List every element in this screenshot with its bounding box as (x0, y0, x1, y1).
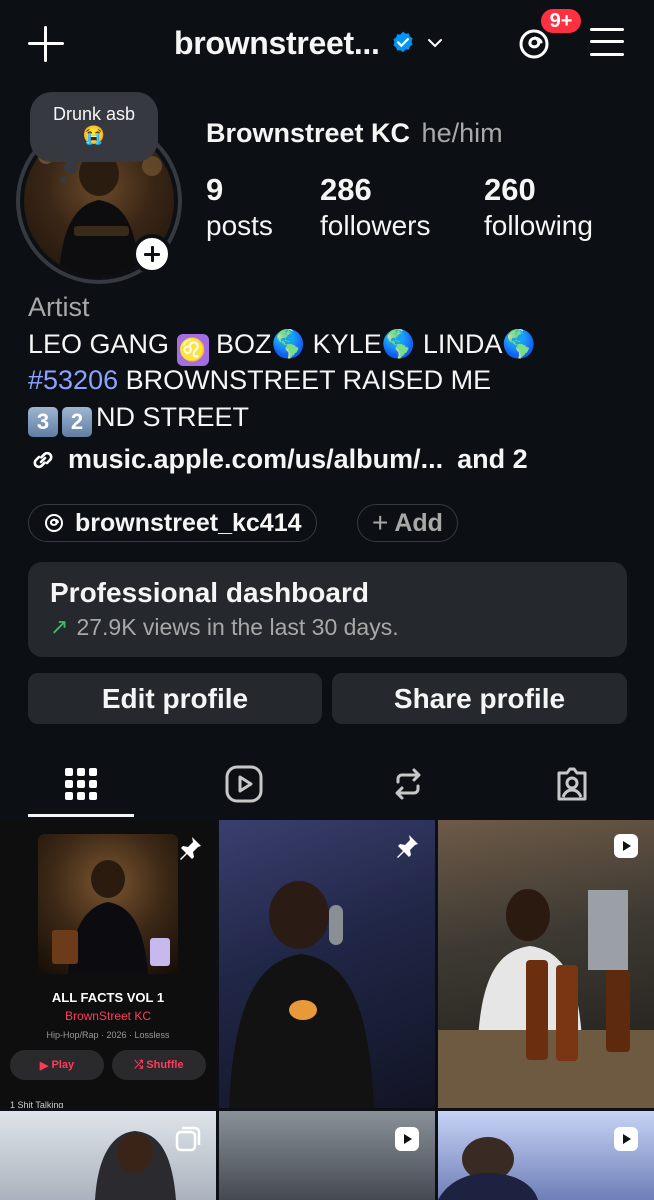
play-label: Play (51, 1059, 75, 1071)
link-icon (33, 451, 53, 468)
tagged-icon (557, 767, 587, 801)
stat-label: following (484, 210, 593, 241)
professional-dashboard[interactable]: Professional dashboard ↗ 27.9K views in … (28, 562, 627, 657)
reel-icon (395, 1127, 419, 1151)
add-link-chip[interactable]: + Add (357, 504, 458, 542)
pronouns: he/him (421, 118, 503, 148)
album-artist: BrownStreet KC (64, 1009, 152, 1023)
album-title: ALL FACTS VOL 1 (51, 990, 165, 1005)
tab-tagged[interactable] (518, 760, 626, 808)
post-tile[interactable] (438, 820, 654, 1108)
note-emoji: 😭 (82, 125, 106, 145)
album-meta: Hip-Hop/Rap · 2026 · Lossless (46, 1030, 170, 1040)
edit-profile-button[interactable]: Edit profile (28, 673, 322, 724)
add-story-button[interactable] (132, 234, 172, 274)
active-tab-indicator (28, 814, 134, 817)
bio-text: LEO GANG (28, 329, 177, 359)
shuffle-icon: ⤮ (134, 1058, 147, 1071)
full-name: Brownstreet KC (206, 118, 411, 148)
note-bubble[interactable]: Drunk asb 😭 (30, 92, 158, 162)
add-label: Add (394, 508, 443, 537)
notification-badge: 9+ (538, 6, 584, 36)
stat-followers[interactable]: 286 followers (320, 172, 430, 244)
username-title: brownstreet... (174, 24, 380, 61)
reel-icon (614, 834, 638, 858)
tab-reposts[interactable] (354, 760, 462, 808)
reel-icon (614, 1127, 638, 1151)
tab-reels[interactable] (190, 760, 298, 808)
album-shuffle-button: ⤮ Shuffle (112, 1050, 206, 1080)
dashboard-title: Professional dashboard (50, 577, 369, 608)
note-text: Drunk asb (52, 104, 136, 124)
keycap-icon: 2 (62, 407, 92, 437)
stat-following[interactable]: 260 following (484, 172, 593, 244)
name-row: Brownstreet KC he/him (206, 116, 503, 150)
stat-value: 9 (206, 172, 224, 207)
album-play-button: ▶ Play (10, 1050, 104, 1080)
trend-up-icon: ↗ (50, 614, 69, 639)
keycap-icon: 3 (28, 407, 58, 437)
link-more: and 2 (457, 444, 528, 474)
play-icon: ▶ (39, 1059, 52, 1072)
threads-handle: brownstreet_kc414 (75, 508, 302, 537)
note-tail-small (60, 176, 67, 183)
post-image (438, 889, 654, 1108)
menu-icon[interactable] (590, 26, 624, 58)
stat-label: posts (206, 210, 273, 241)
post-image (229, 881, 374, 1108)
post-tile[interactable] (438, 1111, 654, 1200)
bio-text: ND STREET (96, 402, 250, 432)
stat-value: 286 (320, 172, 372, 207)
post-tile[interactable] (219, 820, 435, 1108)
post-tile-album[interactable]: ALL FACTS VOL 1 BrownStreet KC Hip-Hop/R… (0, 820, 216, 1108)
bio-text: BROWNSTREET RAISED ME (118, 365, 492, 395)
verified-badge-icon (393, 31, 413, 53)
stat-label: followers (320, 210, 431, 241)
dashboard-views: 27.9K views in the last 30 days. (76, 614, 399, 640)
album-cover (38, 834, 178, 974)
chevron-down-icon (427, 39, 442, 48)
bio-line-2: #53206 BROWNSTREET RAISED ME (28, 362, 491, 398)
top-bar: brownstreet... 9+ (0, 0, 654, 86)
note-tail (64, 160, 78, 174)
plus-icon: + (372, 507, 389, 538)
pin-icon (397, 835, 418, 858)
bio-text: BOZ🌎 KYLE🌎 LINDA🌎 (208, 329, 536, 359)
tab-grid[interactable] (27, 760, 135, 808)
pin-icon (180, 837, 201, 860)
bio-line-3: 3 2 ND STREET (28, 399, 249, 437)
reposts-icon (395, 768, 421, 800)
threads-icon (45, 514, 63, 532)
reels-icon (225, 765, 263, 803)
link-url: music.apple.com/us/album/... (68, 444, 444, 474)
bio-line-1: LEO GANG ♌ BOZ🌎 KYLE🌎 LINDA🌎 (28, 326, 536, 366)
profile-category: Artist (28, 292, 90, 322)
album-track: 1 Shit Talking (10, 1100, 64, 1108)
share-profile-button[interactable]: Share profile (332, 673, 627, 724)
post-tile[interactable] (0, 1111, 216, 1200)
account-switcher[interactable]: brownstreet... (174, 24, 444, 62)
create-plus-icon[interactable] (28, 26, 64, 62)
stat-value: 260 (484, 172, 536, 207)
post-tile[interactable] (219, 1111, 435, 1200)
threads-profile-chip[interactable]: brownstreet_kc414 (28, 504, 317, 542)
grid-icon (65, 768, 97, 800)
shuffle-label: Shuffle (146, 1059, 184, 1071)
carousel-icon (175, 1126, 201, 1152)
bio-link[interactable]: music.apple.com/us/album/... and 2 (28, 444, 528, 475)
hashtag-link[interactable]: #53206 (28, 365, 118, 395)
dashboard-subtitle: ↗ 27.9K views in the last 30 days. (50, 612, 605, 642)
stat-posts[interactable]: 9 posts (206, 172, 273, 244)
